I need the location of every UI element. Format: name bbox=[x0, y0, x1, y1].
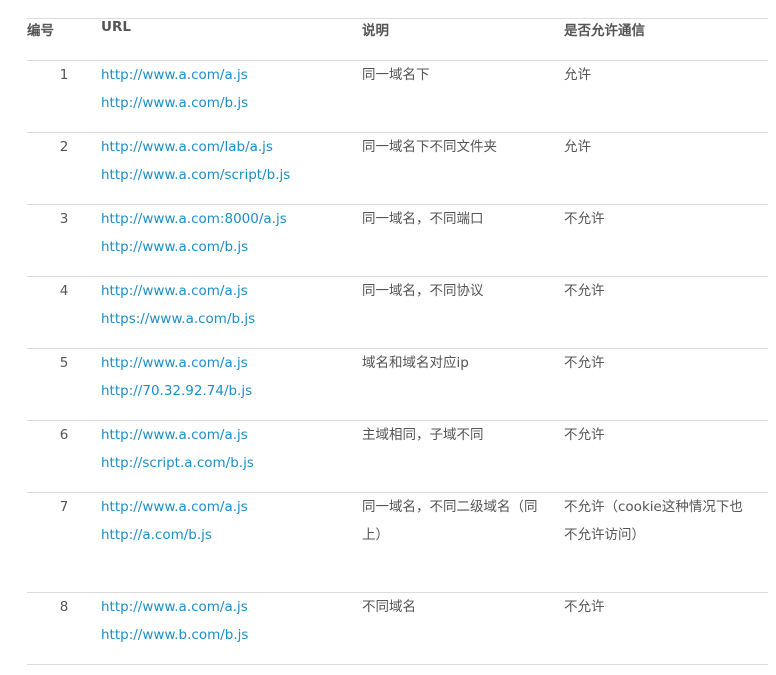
table-header-row: 编号 URL 说明 是否允许通信 bbox=[27, 18, 768, 61]
header-allow: 是否允许通信 bbox=[564, 23, 645, 39]
row-urls: http://www.a.com:8000/a.js http://www.a.… bbox=[101, 205, 362, 277]
header-desc: 说明 bbox=[362, 23, 389, 39]
row-urls: http://www.a.com/a.js http://70.32.92.74… bbox=[101, 349, 362, 421]
url-link[interactable]: http://70.32.92.74/b.js bbox=[101, 377, 362, 405]
row-desc: 同一域名，不同协议 bbox=[362, 283, 484, 299]
url-link[interactable]: http://www.a.com/a.js bbox=[101, 593, 362, 621]
url-link[interactable]: http://www.a.com/a.js bbox=[101, 277, 362, 305]
table-row: 4 http://www.a.com/a.js https://www.a.co… bbox=[27, 277, 768, 349]
url-link[interactable]: http://script.a.com/b.js bbox=[101, 449, 362, 477]
row-urls: http://www.a.com/a.js http://www.a.com/b… bbox=[101, 61, 362, 133]
row-allow: 不允许 bbox=[564, 283, 605, 299]
table-row: 8 http://www.a.com/a.js http://www.b.com… bbox=[27, 593, 768, 665]
row-allow: 允许 bbox=[564, 139, 591, 155]
row-num: 8 bbox=[59, 599, 69, 615]
url-link[interactable]: http://www.a.com:8000/a.js bbox=[101, 205, 362, 233]
row-desc: 主域相同，子域不同 bbox=[362, 427, 484, 443]
row-desc: 同一域名，不同端口 bbox=[362, 211, 484, 227]
url-link[interactable]: https://www.a.com/b.js bbox=[101, 305, 362, 333]
row-desc: 不同域名 bbox=[362, 599, 416, 615]
row-urls: http://www.a.com/lab/a.js http://www.a.c… bbox=[101, 133, 362, 205]
same-origin-table: 编号 URL 说明 是否允许通信 1 http://www.a.com/a.js… bbox=[27, 18, 768, 665]
row-allow: 不允许 bbox=[564, 211, 605, 227]
row-num: 7 bbox=[59, 499, 69, 515]
table-row: 2 http://www.a.com/lab/a.js http://www.a… bbox=[27, 133, 768, 205]
row-desc: 同一域名下不同文件夹 bbox=[362, 139, 497, 155]
row-urls: http://www.a.com/a.js http://www.b.com/b… bbox=[101, 593, 362, 665]
row-allow: 不允许（cookie这种情况下也不允许访问） bbox=[564, 499, 743, 543]
row-allow: 允许 bbox=[564, 67, 591, 83]
url-link[interactable]: http://www.a.com/a.js bbox=[101, 61, 362, 89]
row-desc: 同一域名，不同二级域名（同上） bbox=[362, 499, 538, 543]
row-num: 5 bbox=[59, 355, 69, 371]
url-link[interactable]: http://www.a.com/b.js bbox=[101, 89, 362, 117]
row-num: 3 bbox=[59, 211, 69, 227]
row-desc: 同一域名下 bbox=[362, 67, 430, 83]
url-link[interactable]: http://www.b.com/b.js bbox=[101, 621, 362, 649]
row-num: 2 bbox=[59, 139, 69, 155]
table-row: 3 http://www.a.com:8000/a.js http://www.… bbox=[27, 205, 768, 277]
row-urls: http://www.a.com/a.js http://a.com/b.js bbox=[101, 493, 362, 593]
page: 编号 URL 说明 是否允许通信 1 http://www.a.com/a.js… bbox=[0, 0, 776, 675]
table-row: 5 http://www.a.com/a.js http://70.32.92.… bbox=[27, 349, 768, 421]
url-link[interactable]: http://www.a.com/b.js bbox=[101, 233, 362, 261]
url-link[interactable]: http://www.a.com/a.js bbox=[101, 349, 362, 377]
table-row: 7 http://www.a.com/a.js http://a.com/b.j… bbox=[27, 493, 768, 593]
row-num: 4 bbox=[59, 283, 69, 299]
row-num: 6 bbox=[59, 427, 69, 443]
url-link[interactable]: http://www.a.com/a.js bbox=[101, 421, 362, 449]
row-num: 1 bbox=[59, 67, 69, 83]
url-link[interactable]: http://www.a.com/script/b.js bbox=[101, 161, 362, 189]
header-url: URL bbox=[101, 19, 131, 35]
url-link[interactable]: http://www.a.com/lab/a.js bbox=[101, 133, 362, 161]
row-allow: 不允许 bbox=[564, 599, 605, 615]
row-allow: 不允许 bbox=[564, 355, 605, 371]
row-urls: http://www.a.com/a.js http://script.a.co… bbox=[101, 421, 362, 493]
row-allow: 不允许 bbox=[564, 427, 605, 443]
table-row: 6 http://www.a.com/a.js http://script.a.… bbox=[27, 421, 768, 493]
header-num: 编号 bbox=[27, 23, 54, 39]
row-desc: 域名和域名对应ip bbox=[362, 355, 469, 371]
url-link[interactable]: http://www.a.com/a.js bbox=[101, 493, 362, 521]
row-urls: http://www.a.com/a.js https://www.a.com/… bbox=[101, 277, 362, 349]
url-link[interactable]: http://a.com/b.js bbox=[101, 521, 362, 549]
table-row: 1 http://www.a.com/a.js http://www.a.com… bbox=[27, 61, 768, 133]
